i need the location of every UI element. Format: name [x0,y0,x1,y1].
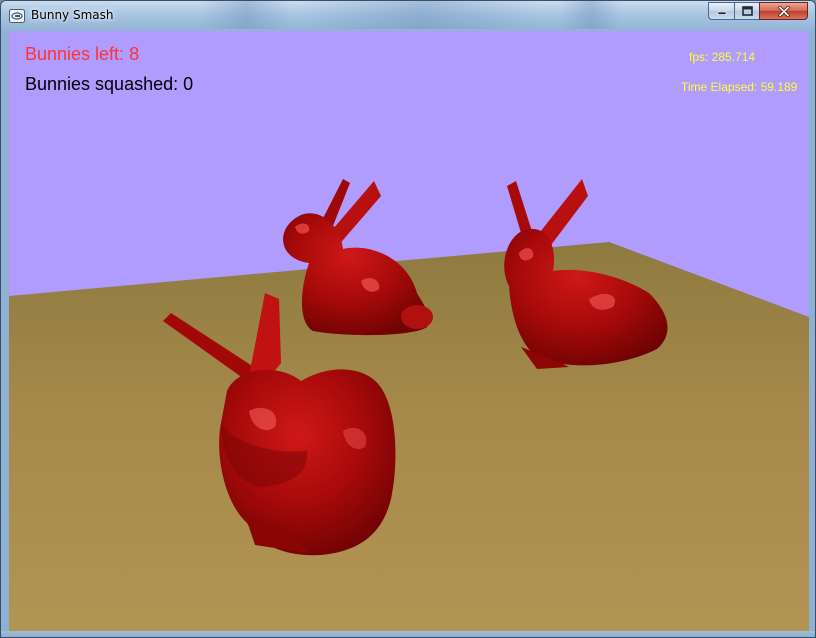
window-app-icon[interactable] [9,9,25,23]
maximize-icon [741,6,753,16]
title-bar[interactable]: Bunny Smash [1,1,815,31]
fps-counter: fps: 285.714 [689,50,756,64]
game-scene[interactable] [9,31,809,631]
window-bottom-border [1,631,815,637]
minimize-icon [717,11,726,15]
window-title: Bunny Smash [31,8,114,22]
bunnies-squashed-counter: Bunnies squashed: 0 [25,74,194,94]
time-elapsed-counter: Time Elapsed: 59.189 [681,80,798,94]
bunnies-left-counter: Bunnies left: 8 [25,44,140,64]
game-viewport[interactable]: Bunnies left: 8 Bunnies squashed: 0 fps:… [9,31,809,631]
app-window: Bunny Smash Bunnies left: 8 Bunnies squa… [0,0,816,638]
maximize-button[interactable] [734,2,760,20]
minimize-button[interactable] [708,2,735,20]
close-button[interactable] [759,2,808,20]
close-icon [777,5,790,17]
bunny-tail [401,305,433,329]
